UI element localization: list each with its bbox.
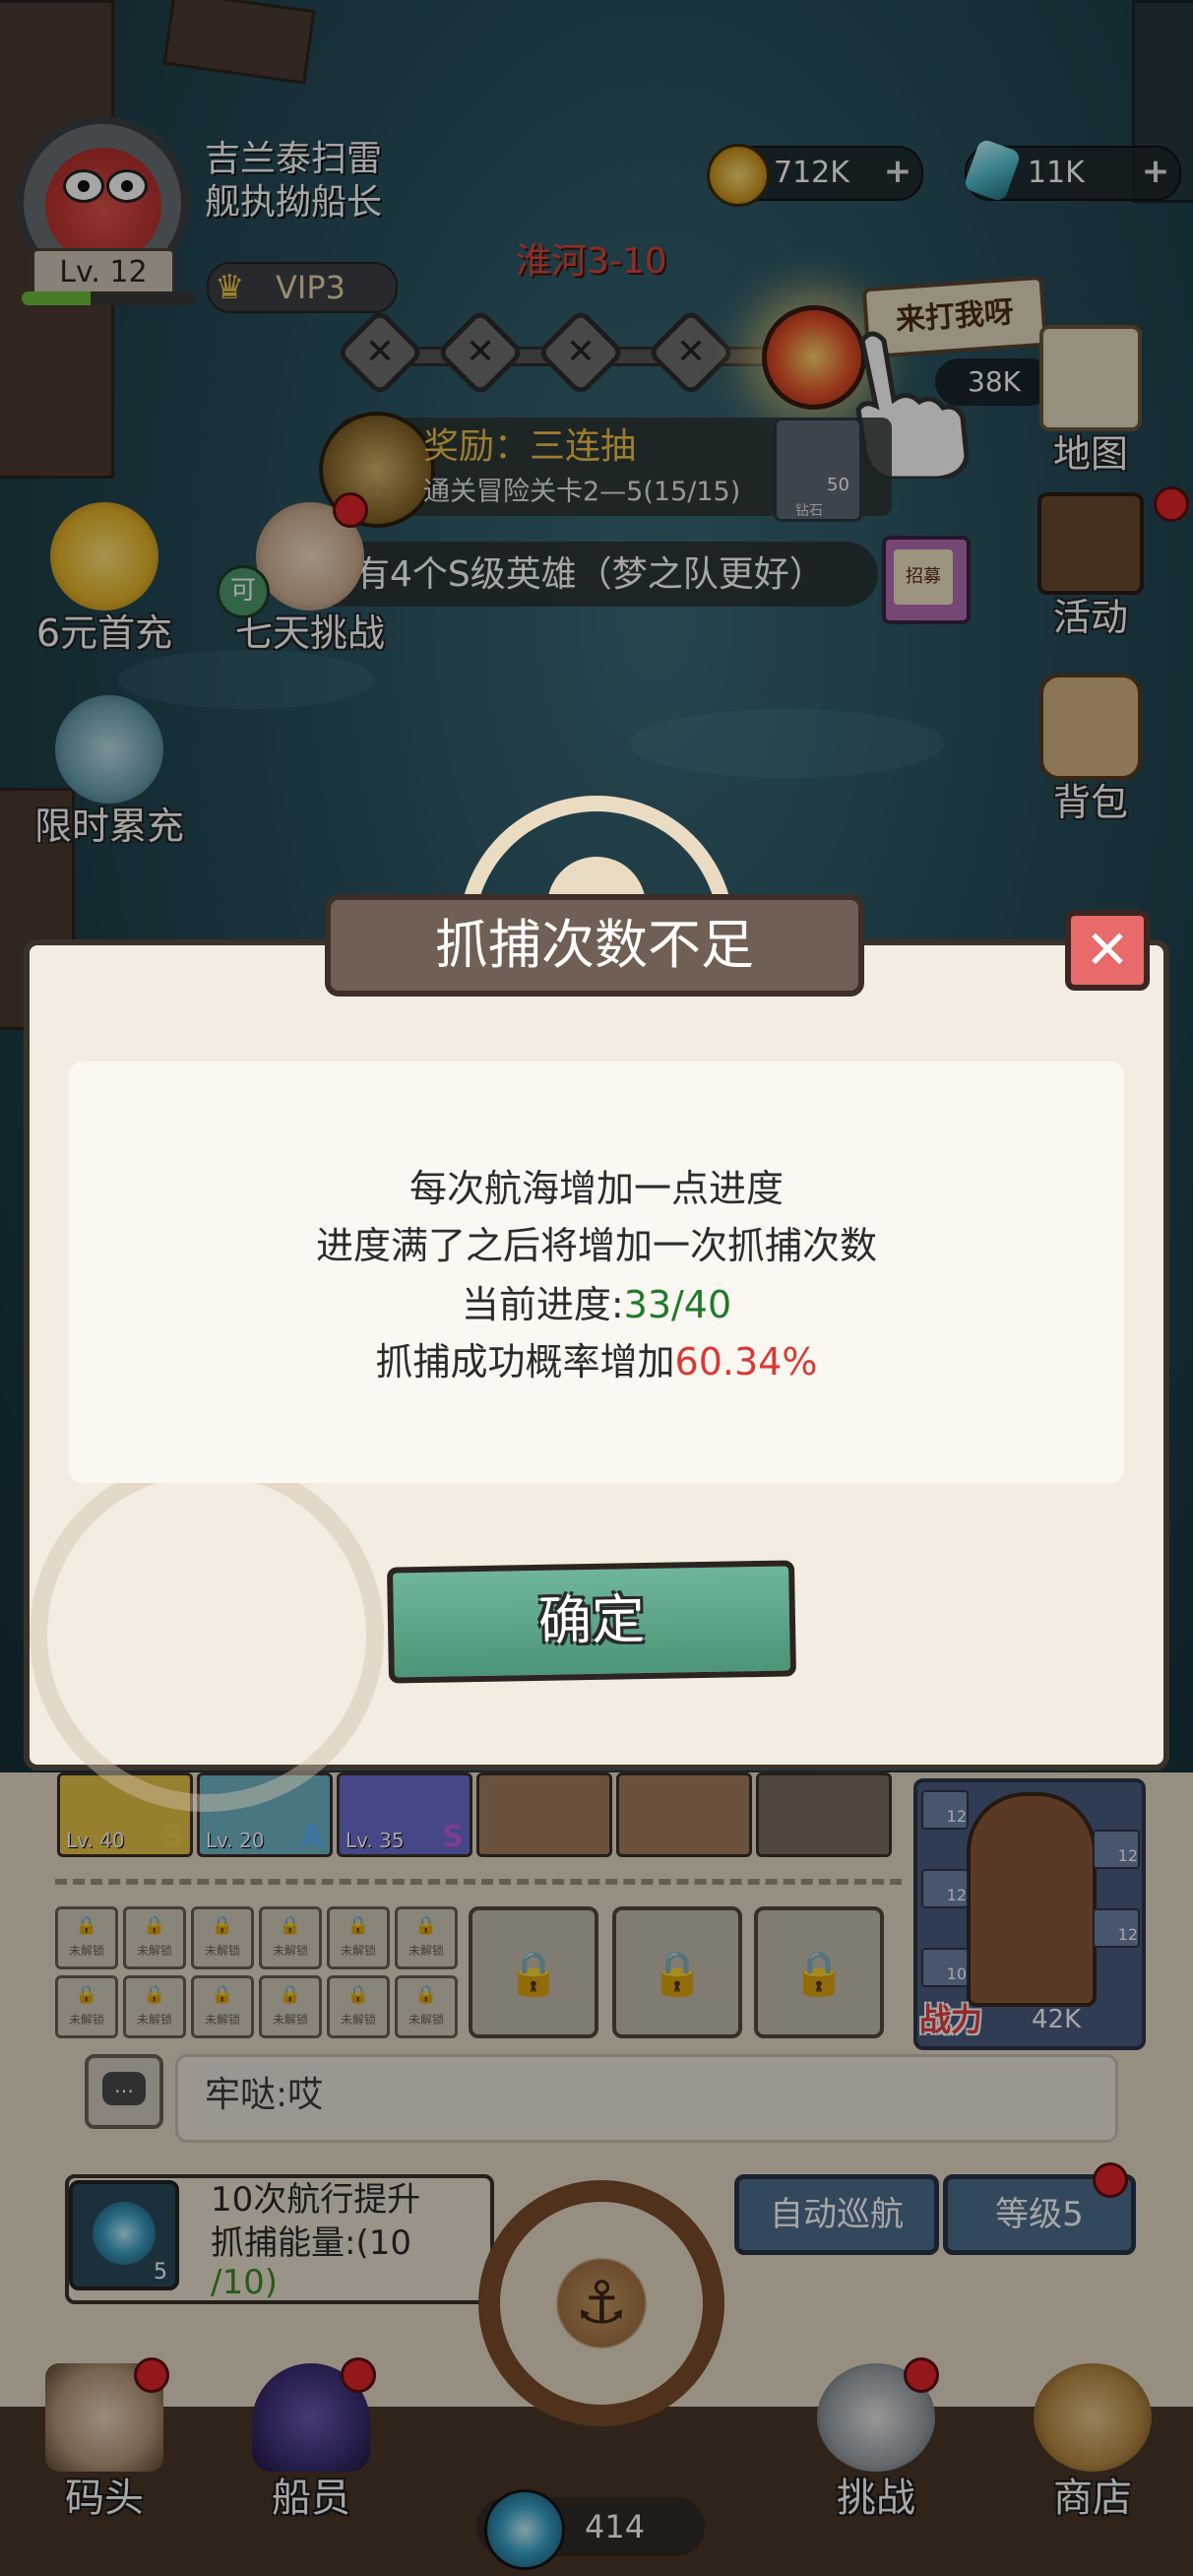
compass-watermark [30,1457,384,1812]
chance-label: 抓捕成功概率增加 [375,1340,675,1384]
message-line-4: 抓捕成功概率增加60.34% [69,1333,1124,1390]
confirm-button[interactable]: 确定 [387,1560,796,1684]
close-icon: ✕ [1085,919,1130,981]
progress-value: 33/40 [623,1283,732,1326]
message-line-1: 每次航海增加一点进度 [408,1167,784,1210]
confirm-label: 确定 [537,1588,646,1652]
message-line-2: 进度满了之后将增加一次抓捕次数 [315,1224,877,1267]
chance-value: 60.34% [674,1340,818,1384]
popup-title: 抓捕次数不足 [435,914,754,976]
progress-label: 当前进度: [461,1283,624,1326]
close-button[interactable]: ✕ [1065,910,1150,991]
message-line-3: 当前进度:33/40 [69,1276,1124,1333]
